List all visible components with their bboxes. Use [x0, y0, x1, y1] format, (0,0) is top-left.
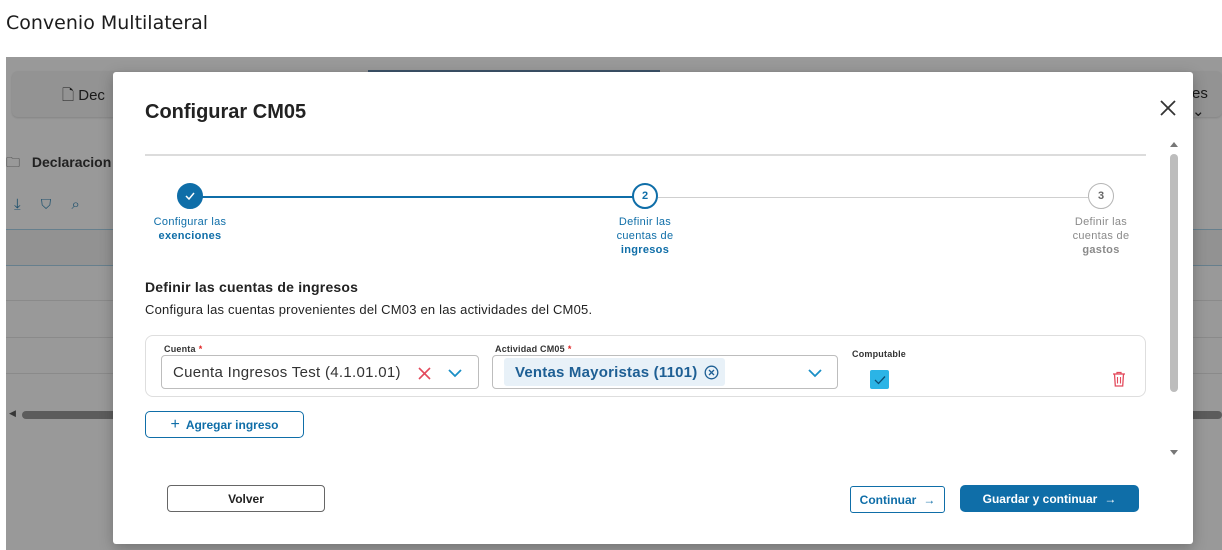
step-1-indicator[interactable]: [177, 183, 203, 209]
continue-button-label: Continuar: [859, 492, 917, 507]
plus-icon: +: [170, 415, 180, 433]
arrow-right-icon: →: [1104, 491, 1117, 506]
step-3-label-line2: gastos: [1082, 244, 1120, 256]
page-title: Convenio Multilateral: [6, 12, 209, 34]
step-2-label-line1b: cuentas de: [616, 230, 674, 242]
stepper-line-pending: [658, 197, 1088, 198]
check-icon: [874, 375, 885, 384]
save-and-continue-button-label: Guardar y continuar: [982, 491, 1098, 506]
cuenta-label: Cuenta *: [164, 344, 202, 354]
scroll-down-icon[interactable]: [1170, 450, 1178, 455]
step-3-label-line1b: cuentas de: [1072, 230, 1130, 242]
step-3-indicator[interactable]: 3: [1088, 183, 1114, 209]
cuenta-select[interactable]: Cuenta Ingresos Test (4.1.01.01): [161, 355, 479, 389]
section-title: Definir las cuentas de ingresos: [145, 279, 359, 295]
actividad-chip: Ventas Mayoristas (1101): [504, 358, 726, 386]
income-account-row: Cuenta * Cuenta Ingresos Test (4.1.01.01)…: [145, 335, 1146, 397]
step-2-indicator[interactable]: 2: [632, 183, 658, 209]
clear-icon[interactable]: [418, 367, 431, 380]
modal-title: Configurar CM05: [145, 101, 307, 123]
actividad-chip-label: Ventas Mayoristas (1101): [515, 363, 698, 381]
cuenta-select-value: Cuenta Ingresos Test (4.1.01.01): [173, 364, 401, 381]
modal-divider: [145, 154, 1146, 156]
back-button[interactable]: Volver: [167, 485, 325, 512]
scroll-up-icon[interactable]: [1170, 142, 1178, 147]
stepper-line-completed: [190, 196, 645, 198]
step-2-label-line2: ingresos: [620, 244, 670, 256]
save-and-continue-button[interactable]: Guardar y continuar →: [960, 485, 1139, 512]
scroll-thumb[interactable]: [1170, 154, 1178, 392]
required-mark: *: [567, 344, 572, 354]
check-icon: [185, 192, 195, 200]
add-income-button[interactable]: + Agregar ingreso: [145, 411, 304, 438]
cuenta-label-text: Cuenta: [164, 344, 196, 354]
actividad-label: Actividad CM05 *: [495, 344, 572, 354]
actividad-label-text: Actividad CM05: [495, 344, 565, 354]
computable-checkbox[interactable]: [870, 370, 889, 389]
step-3-label-line1: Definir las: [1074, 216, 1128, 228]
step-1-label-line1: Configurar las: [153, 216, 227, 228]
actividad-select[interactable]: Ventas Mayoristas (1101): [492, 355, 838, 389]
step-2-label: Definir las cuentas de ingresos: [595, 215, 695, 257]
section-description: Configura las cuentas provenientes del C…: [145, 302, 593, 317]
step-1-label-line2: exenciones: [158, 230, 222, 242]
arrow-right-icon: →: [923, 492, 936, 507]
step-1-label: Configurar las exenciones: [140, 215, 240, 243]
remove-chip-icon[interactable]: [704, 365, 719, 380]
continue-button[interactable]: Continuar →: [850, 486, 945, 513]
chevron-down-icon[interactable]: [447, 368, 463, 378]
step-2-label-line1: Definir las: [618, 216, 672, 228]
computable-label: Computable: [852, 349, 907, 359]
trash-icon[interactable]: [1112, 371, 1126, 387]
chevron-down-icon[interactable]: [807, 368, 823, 378]
modal-scrollbar[interactable]: [1169, 142, 1179, 458]
step-3-label: Definir las cuentas de gastos: [1051, 215, 1151, 257]
configure-cm05-modal: Configurar CM05 Configurar las exencione…: [113, 72, 1193, 544]
close-icon[interactable]: [1158, 97, 1178, 119]
add-income-button-label: Agregar ingreso: [185, 417, 279, 432]
required-mark: *: [198, 344, 203, 354]
